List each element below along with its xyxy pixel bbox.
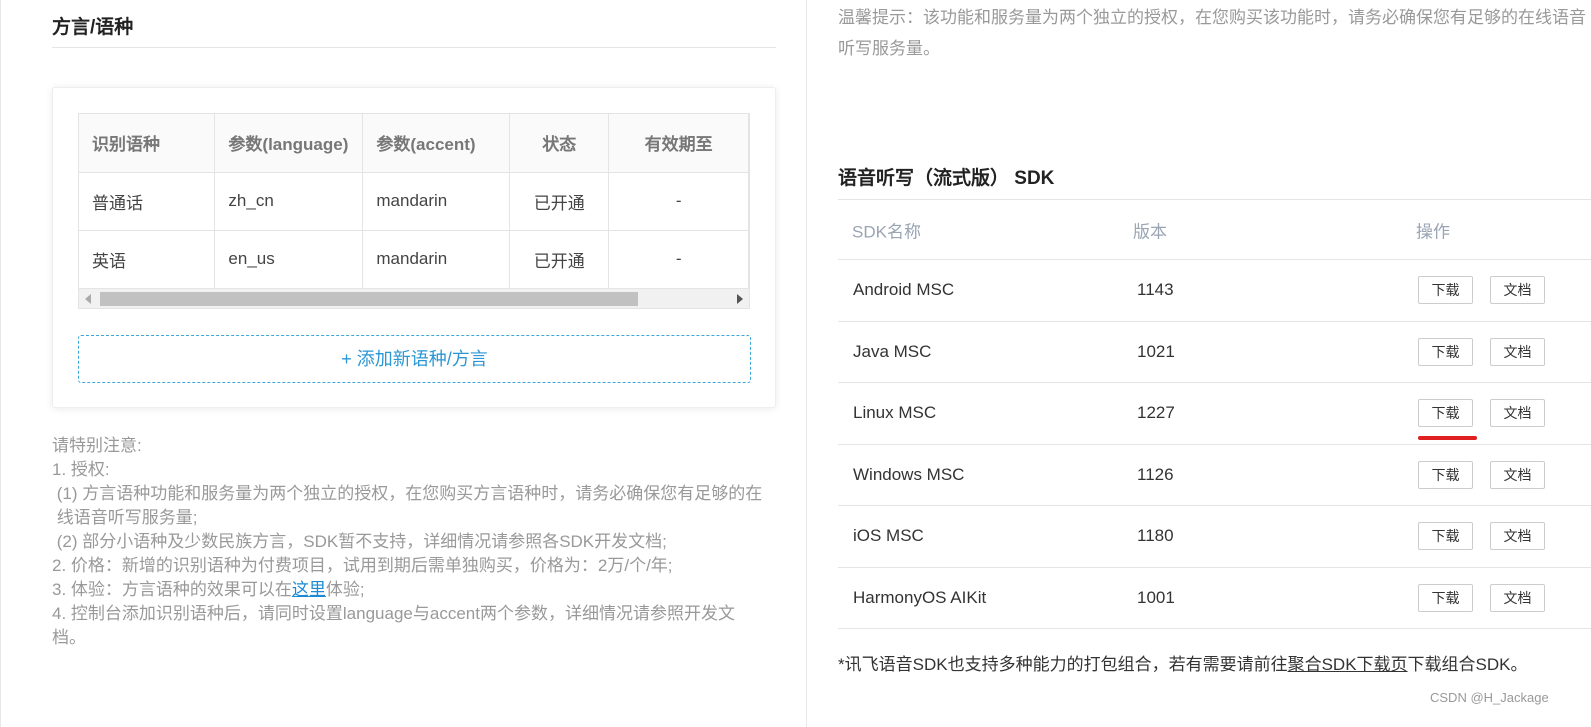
sdk-name: Android MSC xyxy=(853,280,955,300)
experience-link[interactable]: 这里 xyxy=(292,580,326,599)
notes-block: 请特别注意: 1. 授权: (1) 方言语种功能和服务量为两个独立的授权，在您购… xyxy=(52,434,782,650)
language-table: 识别语种 参数(language) 参数(accent) 状态 有效期至 普通话… xyxy=(79,114,749,289)
header-overflow xyxy=(748,114,749,173)
cell-param-accent: mandarin xyxy=(362,230,511,289)
left-border xyxy=(0,0,1,727)
sdk-version: 1227 xyxy=(1137,403,1175,423)
sdk-version: 1001 xyxy=(1137,587,1175,607)
sdk-name: Linux MSC xyxy=(853,403,937,423)
sdk-name: Java MSC xyxy=(853,341,932,361)
header-sdk-name: SDK名称 xyxy=(852,222,921,241)
docs-button[interactable]: 文档 xyxy=(1490,522,1545,551)
table-header-row: 识别语种 参数(language) 参数(accent) 状态 有效期至 xyxy=(79,114,749,173)
header-param-accent: 参数(accent) xyxy=(362,114,511,173)
sdk-version: 1126 xyxy=(1137,464,1174,484)
cell-status: 已开通 xyxy=(509,230,610,289)
header-param-language: 参数(language) xyxy=(214,114,364,173)
csdn-watermark: CSDN @H_Jackage xyxy=(1430,690,1549,705)
notes-heading: 请特别注意: xyxy=(52,436,142,455)
scroll-left-arrow-icon[interactable] xyxy=(85,294,91,304)
section-title-dialect: 方言/语种 xyxy=(52,17,134,38)
docs-button[interactable]: 文档 xyxy=(1490,337,1545,366)
footnote-suffix: 下载组合SDK。 xyxy=(1407,655,1528,674)
download-button[interactable]: 下载 xyxy=(1418,399,1473,428)
sdk-version: 1180 xyxy=(1137,526,1174,546)
table-row: 普通话 zh_cn mandarin 已开通 - xyxy=(79,172,749,231)
sdk-name: iOS MSC xyxy=(853,526,924,546)
sdk-row-ios: iOS MSC 1180 下载 文档 xyxy=(838,506,1591,568)
download-button[interactable]: 下载 xyxy=(1418,522,1473,551)
download-button[interactable]: 下载 xyxy=(1418,337,1473,366)
sdk-version: 1021 xyxy=(1137,341,1175,361)
note-3: 3. 体验：方言语种的效果可以在这里体验; xyxy=(52,578,782,602)
sdk-row-harmonyos: HarmonyOS AIKit 1001 下载 文档 xyxy=(838,568,1591,629)
download-button[interactable]: 下载 xyxy=(1418,276,1473,305)
sdk-name: Windows MSC xyxy=(853,464,965,484)
language-card: 识别语种 参数(language) 参数(accent) 状态 有效期至 普通话… xyxy=(52,87,776,408)
sdk-row-java: Java MSC 1021 下载 文档 xyxy=(838,322,1591,383)
note-1b: (2) 部分小语种及少数民族方言，SDK暂不支持，详细情况请参照各SDK开发文档… xyxy=(52,532,667,551)
sdk-name: HarmonyOS AIKit xyxy=(853,587,987,607)
note-3-text: 3. 体验：方言语种的效果可以在 xyxy=(52,580,292,599)
header-version: 版本 xyxy=(1133,222,1167,241)
header-status: 状态 xyxy=(509,114,610,173)
docs-button[interactable]: 文档 xyxy=(1490,399,1545,428)
sdk-table-header: SDK名称 版本 操作 xyxy=(838,200,1591,260)
sdk-table: SDK名称 版本 操作 Android MSC 1143 下载 文档 Java … xyxy=(838,200,1591,629)
note-2: 2. 价格：新增的识别语种为付费项目，试用到期后需单独购买，价格为：2万/个/年… xyxy=(52,556,673,575)
section-divider xyxy=(52,47,776,48)
note-1: 1. 授权: xyxy=(52,460,110,479)
cell-language: 普通话 xyxy=(79,172,216,231)
scrollbar-thumb[interactable] xyxy=(100,292,638,306)
sdk-section-title: 语音听写（流式版） SDK xyxy=(838,168,1055,189)
column-divider xyxy=(806,0,807,727)
add-language-button[interactable]: + 添加新语种/方言 xyxy=(78,335,751,383)
note-4: 4. 控制台添加识别语种后，请同时设置language与accent两个参数，详… xyxy=(52,604,735,647)
download-button[interactable]: 下载 xyxy=(1418,583,1473,612)
cell-overflow xyxy=(748,230,749,289)
note-3-suffix: 体验; xyxy=(325,580,365,599)
sdk-version: 1143 xyxy=(1137,280,1174,300)
language-table-wrapper: 识别语种 参数(language) 参数(accent) 状态 有效期至 普通话… xyxy=(78,113,750,309)
cell-expiry: - xyxy=(608,172,749,231)
cell-expiry: - xyxy=(608,230,749,289)
sdk-row-linux: Linux MSC 1227 下载 文档 xyxy=(838,383,1591,445)
docs-button[interactable]: 文档 xyxy=(1490,460,1545,489)
table-row: 英语 en_us mandarin 已开通 - xyxy=(79,230,749,289)
warm-tip: 温馨提示：该功能和服务量为两个独立的授权，在您购买该功能时，请务必确保您有足够的… xyxy=(838,8,1586,58)
horizontal-scrollbar[interactable] xyxy=(79,288,749,308)
bundle-sdk-download-link[interactable]: 聚合SDK下载页 xyxy=(1288,655,1408,674)
cell-language: 英语 xyxy=(79,230,216,289)
header-language: 识别语种 xyxy=(79,114,216,173)
docs-button[interactable]: 文档 xyxy=(1490,276,1545,305)
sdk-footnote: *讯飞语音SDK也支持多种能力的打包组合，若有需要请前往聚合SDK下载页下载组合… xyxy=(838,650,1528,675)
cell-status: 已开通 xyxy=(509,172,610,231)
sdk-row-android: Android MSC 1143 下载 文档 xyxy=(838,260,1591,322)
cell-param-language: en_us xyxy=(214,230,364,289)
cell-overflow xyxy=(748,172,749,231)
docs-button[interactable]: 文档 xyxy=(1490,583,1545,612)
sdk-row-windows: Windows MSC 1126 下载 文档 xyxy=(838,445,1591,506)
cell-param-language: zh_cn xyxy=(214,172,364,231)
cell-param-accent: mandarin xyxy=(362,172,511,231)
note-1a: (1) 方言语种功能和服务量为两个独立的授权，在您购买方言语种时，请务必确保您有… xyxy=(56,484,763,527)
scroll-right-arrow-icon[interactable] xyxy=(737,294,743,304)
red-underline-annotation xyxy=(1418,436,1477,440)
header-expiry: 有效期至 xyxy=(608,114,749,173)
footnote-text: *讯飞语音SDK也支持多种能力的打包组合，若有需要请前往 xyxy=(838,655,1288,674)
header-action: 操作 xyxy=(1416,222,1450,241)
download-button[interactable]: 下载 xyxy=(1418,460,1473,489)
